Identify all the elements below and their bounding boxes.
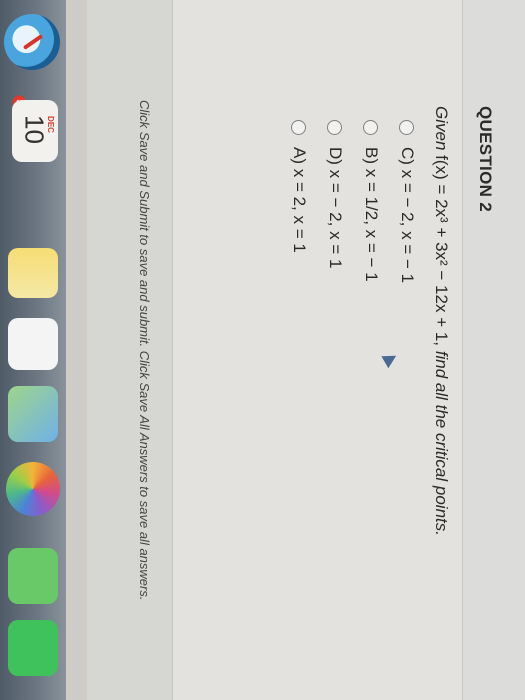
function-text: f(x) = 2x³ + 3x² − 12x + 1, — [432, 155, 451, 347]
question-panel: 4 QUESTION 2 Given f(x) = 2x³ + 3x² − 12… — [87, 0, 525, 700]
facetime-icon[interactable] — [8, 620, 58, 676]
calendar-day: 10 — [19, 115, 50, 144]
option-c[interactable]: C) x = − 2, x = − 1 — [389, 120, 425, 283]
reminders-icon[interactable] — [8, 318, 58, 370]
prompt-prefix: Given — [432, 106, 451, 151]
radio-button[interactable] — [399, 120, 415, 135]
submit-instructions: Click Save and Submit to save and submit… — [137, 100, 152, 601]
option-label: B) x = 1/2, x = − 1 — [362, 147, 381, 282]
option-label: C) x = − 2, x = − 1 — [398, 147, 417, 284]
window-margin — [66, 0, 88, 700]
option-b[interactable]: B) x = 1/2, x = − 1 — [353, 120, 389, 283]
answer-options: C) x = − 2, x = − 1 B) x = 1/2, x = − 1 … — [281, 120, 425, 283]
maps-icon[interactable] — [8, 386, 58, 442]
option-d[interactable]: D) x = − 2, x = 1 — [317, 120, 353, 283]
dock: 3512 DEC 10 1 2 — [0, 0, 66, 700]
prompt-suffix: find all the critical points. — [432, 350, 451, 536]
photos-icon[interactable] — [6, 462, 60, 516]
question-title: QUESTION 2 — [476, 106, 495, 212]
mouse-cursor-icon — [381, 349, 400, 369]
radio-button[interactable] — [363, 120, 379, 135]
submit-instructions-bar: Click Save and Submit to save and submit… — [87, 0, 173, 700]
option-label: D) x = − 2, x = 1 — [326, 147, 345, 269]
radio-button[interactable] — [327, 120, 343, 135]
browser-page: 4 QUESTION 2 Given f(x) = 2x³ + 3x² − 12… — [87, 0, 525, 700]
notes-icon[interactable] — [8, 248, 58, 298]
option-a[interactable]: A) x = 2, x = 1 — [281, 120, 317, 283]
compass-needle-icon — [22, 34, 44, 50]
question-prompt: Given f(x) = 2x³ + 3x² − 12x + 1, find a… — [431, 106, 451, 536]
question-header: QUESTION 2 — [462, 0, 525, 700]
calendar-icon[interactable]: DEC 10 — [12, 100, 58, 162]
radio-button[interactable] — [291, 120, 307, 135]
messages-icon[interactable] — [8, 548, 58, 604]
option-label: A) x = 2, x = 1 — [290, 147, 309, 253]
safari-icon[interactable] — [4, 14, 60, 70]
